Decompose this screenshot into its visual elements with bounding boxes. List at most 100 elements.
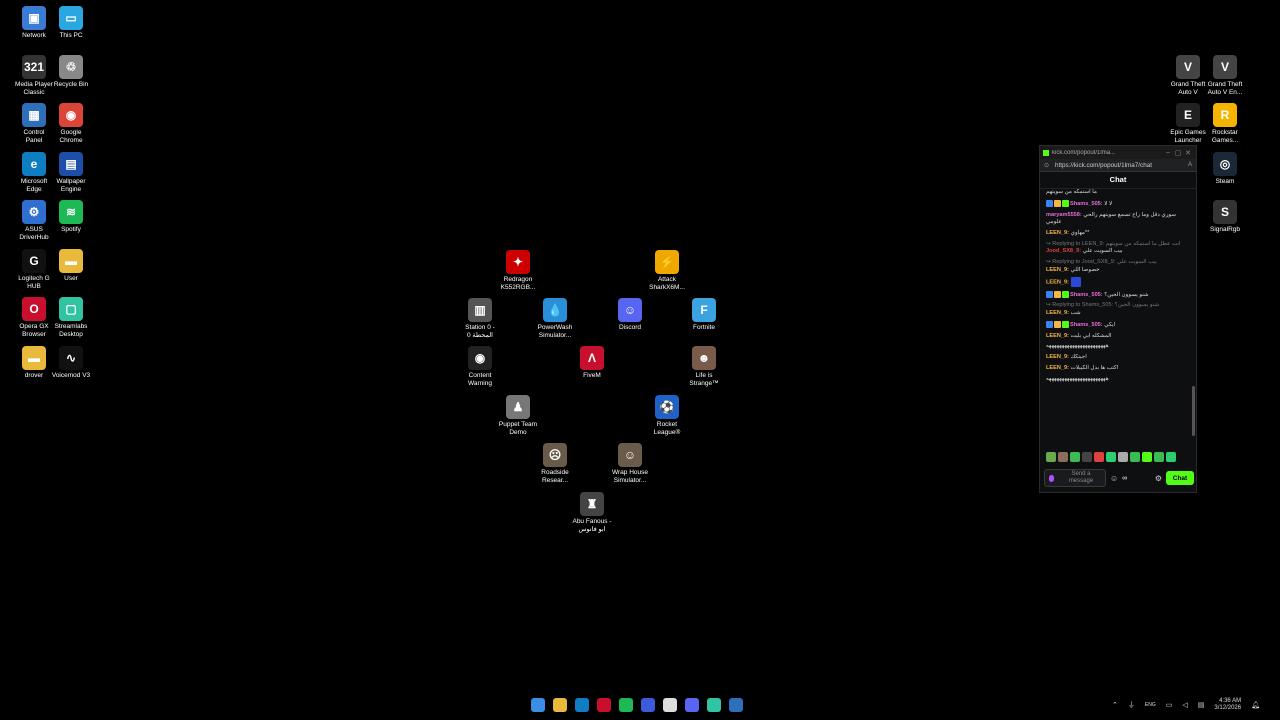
- user-badge-icon[interactable]: [1046, 199, 1053, 207]
- desktop-icon-wallpaper[interactable]: ▤ Wallpaper Engine: [43, 152, 99, 193]
- desktop-icon-thispc[interactable]: ▭ This PC: [43, 6, 99, 40]
- taskbar-edge-icon[interactable]: [575, 698, 589, 712]
- quick-emote-icon[interactable]: [1046, 452, 1056, 462]
- user-badge-icon[interactable]: [1062, 199, 1069, 207]
- taskbar-app6-icon[interactable]: [641, 698, 655, 712]
- chat-message[interactable]: Shams_505: شنو يسوون الحين؟: [1046, 290, 1188, 300]
- desktop-icon-signalrgb[interactable]: S SignalRgb: [1197, 200, 1253, 234]
- quick-emote-icon[interactable]: [1106, 452, 1116, 462]
- chat-message-input[interactable]: Send a message: [1044, 469, 1106, 487]
- clock[interactable]: 4:36 AM 3/12/2026: [1214, 698, 1241, 712]
- chat-settings-gear-icon[interactable]: ⚙: [1155, 474, 1162, 483]
- chat-scrollbar[interactable]: [1192, 386, 1195, 436]
- chat-username[interactable]: Jood_SX8_9:: [1046, 248, 1083, 254]
- desktop-icon-attackshark[interactable]: ⚡ Attack SharkX6M...: [639, 250, 695, 291]
- taskbar-start-icon[interactable]: [531, 698, 545, 712]
- chat-message[interactable]: ↪ Replying to Shams_505: شنو يسوون الحين…: [1046, 302, 1188, 317]
- chat-message[interactable]: LEEN_9: اكتب ها بدل الكيبلات: [1046, 365, 1188, 373]
- desktop-icon-spotify[interactable]: ≋ Spotify: [43, 200, 99, 234]
- quick-emote-icon[interactable]: [1130, 452, 1140, 462]
- maximize-button[interactable]: ▢: [1173, 149, 1183, 157]
- desktop-icon-lifeisstrange[interactable]: ☻ Life is Strange™: [676, 346, 732, 387]
- chat-send-button[interactable]: Chat: [1166, 471, 1194, 485]
- desktop-icon-fortnite[interactable]: F Fortnite: [676, 298, 732, 332]
- taskbar-app10-icon[interactable]: [729, 698, 743, 712]
- chat-message[interactable]: ↪ Replying to Jood_SX8_9: بيب السويت علي…: [1046, 259, 1188, 274]
- desktop-icon-fivem[interactable]: Λ FiveM: [564, 346, 620, 380]
- desktop-icon-powerwash[interactable]: 💧 PowerWash Simulator...: [527, 298, 583, 339]
- desktop-icon-station0[interactable]: ▥ Station 0 - المحطة 0: [452, 298, 508, 339]
- user-badge-icon[interactable]: [1062, 290, 1069, 298]
- user-badge-icon[interactable]: [1054, 290, 1061, 298]
- chat-username[interactable]: LEEN_9:: [1046, 310, 1071, 316]
- emote-bar[interactable]: [1046, 452, 1176, 462]
- chat-message[interactable]: LEEN_9: المشكله ابي بليت: [1046, 333, 1188, 341]
- quick-emote-icon[interactable]: [1118, 452, 1128, 462]
- quick-emote-icon[interactable]: [1154, 452, 1164, 462]
- translate-icon[interactable]: A: [1188, 162, 1192, 168]
- desktop-icon-redragon[interactable]: ✦ Redragon K552RGB...: [490, 250, 546, 291]
- chat-message[interactable]: Shams_505: لا لا: [1046, 199, 1188, 209]
- emoji-picker-icon[interactable]: ☺: [1110, 474, 1118, 483]
- desktop-icon-user[interactable]: ▬ User: [43, 249, 99, 283]
- desktop-icon-voicemod[interactable]: ∿ Voicemod V3: [43, 346, 99, 380]
- chat-message[interactable]: LEEN_9: اجيتكك: [1046, 354, 1188, 362]
- desktop-icon-streamlabs[interactable]: ▢ Streamlabs Desktop: [43, 297, 99, 338]
- reply-preview[interactable]: ↪ Replying to Jood_SX8_9: بيب السويت علي: [1046, 259, 1188, 267]
- quick-emote-icon[interactable]: [1166, 452, 1176, 462]
- desktop-icon-roadside[interactable]: ☹ Roadside Resear...: [527, 443, 583, 484]
- speaker-icon[interactable]: ◁: [1182, 701, 1187, 709]
- minimize-button[interactable]: –: [1163, 149, 1173, 156]
- address-bar[interactable]: ⊙ https://kick.com/popout/1lma7/chat A: [1040, 159, 1196, 172]
- chat-message-list[interactable]: ما استمكه من سويتهم Shams_505: لا لا marya…: [1040, 189, 1192, 439]
- network-icon[interactable]: ▤: [1198, 701, 1205, 709]
- chat-username[interactable]: LEEN_9:: [1046, 267, 1071, 273]
- user-badge-icon[interactable]: [1054, 320, 1061, 328]
- display-icon[interactable]: ▭: [1166, 701, 1173, 709]
- notification-bell-icon[interactable]: 🔔︎: [1251, 701, 1260, 709]
- desktop-icon-rocketleague[interactable]: ⚽ Rocket League®: [639, 395, 695, 436]
- chat-username[interactable]: Shams_505:: [1070, 292, 1104, 298]
- desktop-icon-wraphouse[interactable]: ☺ Wrap House Simulator...: [602, 443, 658, 484]
- quick-emote-icon[interactable]: [1058, 452, 1068, 462]
- language-indicator[interactable]: ENG: [1145, 702, 1156, 708]
- user-badge-icon[interactable]: [1062, 320, 1069, 328]
- chat-message[interactable]: LEEN_9:: [1046, 277, 1188, 288]
- desktop-icon-puppetteam[interactable]: ♟ Puppet Team Demo: [490, 395, 546, 436]
- desktop-icon-recycle[interactable]: ♲ Recycle Bin: [43, 55, 99, 89]
- chat-message[interactable]: ما استمكه من سويتهم: [1046, 189, 1188, 197]
- desktop-icon-gtaven[interactable]: V Grand Theft Auto V En...: [1197, 55, 1253, 96]
- quick-emote-icon[interactable]: [1082, 452, 1092, 462]
- chat-username[interactable]: LEEN_9:: [1046, 365, 1071, 371]
- chat-message[interactable]: ↪ Replying to LEEN_9: انت عطل ما استمكه …: [1046, 241, 1188, 256]
- desktop-icon-rockstar[interactable]: R Rockstar Games...: [1197, 103, 1253, 144]
- microphone-icon[interactable]: ⏚: [1128, 700, 1135, 710]
- chat-username[interactable]: LEEN_9:: [1046, 230, 1071, 236]
- taskbar-app7-icon[interactable]: [663, 698, 677, 712]
- quick-emote-icon[interactable]: [1142, 452, 1152, 462]
- reply-preview[interactable]: ↪ Replying to Shams_505: شنو يسوون الحين…: [1046, 302, 1188, 310]
- close-button[interactable]: ✕: [1183, 149, 1193, 157]
- chat-username[interactable]: LEEN_9:: [1046, 333, 1071, 339]
- desktop-icon-steam[interactable]: ◎ Steam: [1197, 152, 1253, 186]
- user-badge-icon[interactable]: [1046, 320, 1053, 328]
- chat-username[interactable]: Shams_505:: [1070, 322, 1104, 328]
- desktop-icon-discord[interactable]: ☺ Discord: [602, 298, 658, 332]
- chat-username[interactable]: maryam5558:: [1046, 212, 1083, 218]
- chat-message[interactable]: هههههههههههههههههههههههه: [1046, 376, 1188, 384]
- chat-message[interactable]: maryam5558: سوري دقل وما راح تسمع سويتهم…: [1046, 212, 1188, 227]
- user-badge-icon[interactable]: [1046, 290, 1053, 298]
- quick-emote-icon[interactable]: [1094, 452, 1104, 462]
- user-badge-icon[interactable]: [1054, 199, 1061, 207]
- taskbar-streamlabs-icon[interactable]: [707, 698, 721, 712]
- chat-username[interactable]: LEEN_9:: [1046, 354, 1071, 360]
- desktop-icon-abufanous[interactable]: ♜ Abu Fanous - ابو فانوس: [564, 492, 620, 533]
- taskbar-discord-icon[interactable]: [685, 698, 699, 712]
- chevron-up-icon[interactable]: ⌃: [1112, 701, 1118, 709]
- taskbar-opera-icon[interactable]: [597, 698, 611, 712]
- window-titlebar[interactable]: kick.com/popout/1lma... – ▢ ✕: [1040, 146, 1196, 159]
- chat-username[interactable]: Shams_505:: [1070, 201, 1104, 207]
- desktop-icon-chrome[interactable]: ◉ Google Chrome: [43, 103, 99, 144]
- taskbar-spotify-icon[interactable]: [619, 698, 633, 712]
- chat-message[interactable]: Shams_505: ايكي: [1046, 320, 1188, 330]
